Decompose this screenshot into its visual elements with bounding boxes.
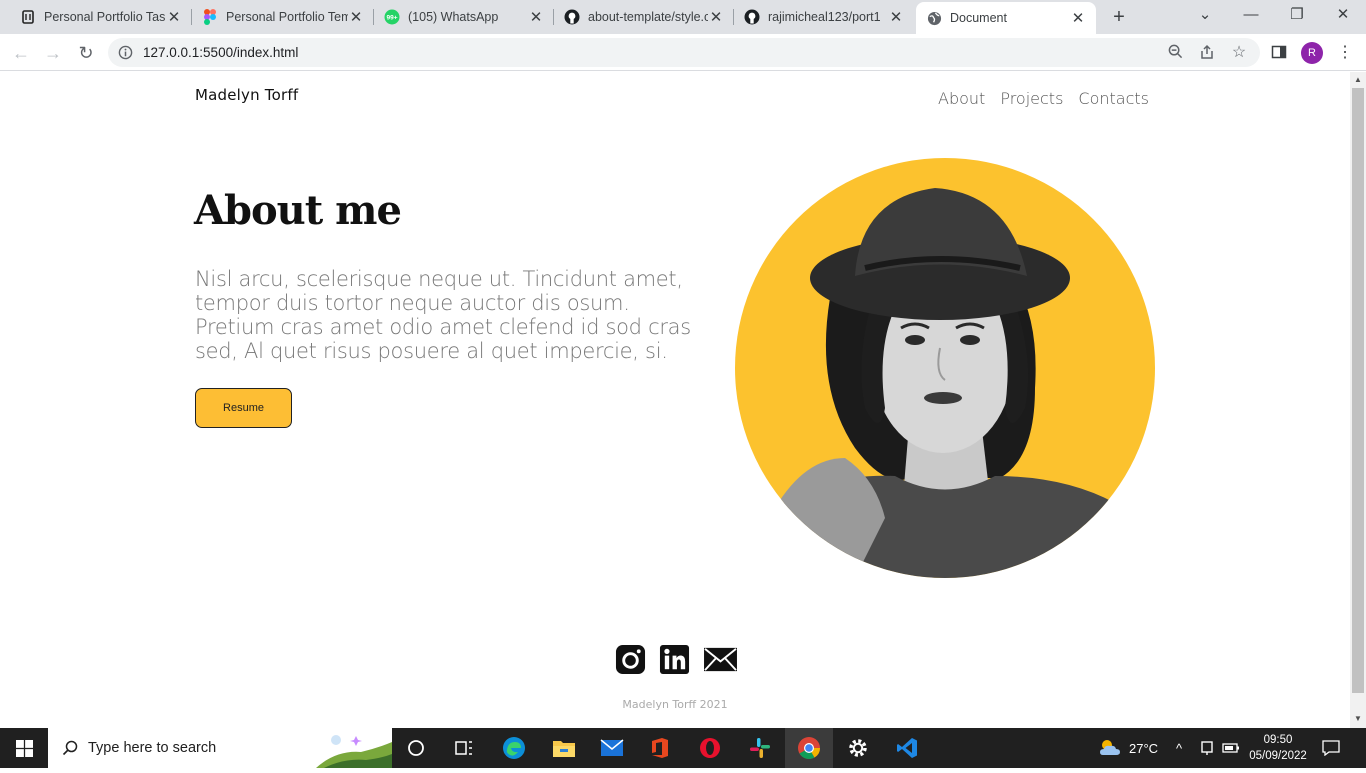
close-icon[interactable]: ✕	[166, 8, 182, 26]
close-icon[interactable]: ✕	[888, 8, 904, 26]
profile-avatar[interactable]: R	[1301, 42, 1323, 64]
settings-gear-icon[interactable]	[834, 728, 882, 768]
tab-strip: Personal Portfolio Task ✕ Personal Portf…	[0, 0, 1366, 34]
instagram-icon[interactable]	[615, 644, 646, 675]
back-button[interactable]: ←	[8, 40, 34, 66]
slack-icon[interactable]	[736, 728, 784, 768]
figma-icon	[202, 9, 218, 25]
github-icon	[744, 9, 760, 25]
network-icon[interactable]	[1200, 728, 1214, 768]
site-info-icon[interactable]	[118, 45, 133, 60]
svg-text:99+: 99+	[386, 15, 397, 22]
tab-label: rajimicheal123/port1	[768, 10, 881, 24]
windows-logo-icon	[15, 739, 33, 757]
task-view-icon[interactable]	[440, 728, 488, 768]
page-content: Madelyn Torff About Projects Contacts Ab…	[0, 72, 1350, 728]
office-icon[interactable]	[636, 728, 684, 768]
tab-about-template[interactable]: about-template/style.c ✕	[554, 0, 734, 34]
tab-label: (105) WhatsApp	[408, 10, 499, 24]
close-icon[interactable]: ✕	[528, 8, 544, 26]
weather-widget[interactable]: 27°C	[1098, 728, 1158, 768]
resume-button[interactable]: Resume	[195, 388, 292, 428]
mail-icon[interactable]	[703, 644, 738, 675]
menu-icon[interactable]: ⋮	[1336, 44, 1354, 62]
tab-label: Personal Portfolio Tem	[226, 10, 348, 24]
minimize-button[interactable]: —	[1228, 0, 1274, 32]
tab-whatsapp[interactable]: 99+ (105) WhatsApp ✕	[374, 0, 554, 34]
tab-personal-portfolio-template[interactable]: Personal Portfolio Tem ✕	[192, 0, 374, 34]
nav-link-about[interactable]: About	[938, 89, 985, 108]
browser-toolbar: ← → ↻ 127.0.0.1:5500/index.html ☆ R ⋮	[0, 34, 1366, 71]
vscode-icon[interactable]	[883, 728, 931, 768]
search-placeholder: Type here to search	[88, 740, 217, 756]
zoom-icon[interactable]	[1166, 44, 1184, 62]
close-icon[interactable]: ✕	[708, 8, 724, 26]
notifications-icon[interactable]	[1322, 728, 1340, 768]
linkedin-icon[interactable]	[659, 644, 690, 675]
profile-portrait	[735, 158, 1155, 578]
close-window-button[interactable]: ✕	[1320, 0, 1366, 32]
address-bar[interactable]: 127.0.0.1:5500/index.html ☆	[108, 38, 1260, 67]
globe-icon	[926, 10, 942, 26]
bookmark-star-icon[interactable]: ☆	[1230, 44, 1248, 62]
github-icon	[564, 9, 580, 25]
weather-cloud-icon	[1100, 740, 1120, 755]
tab-label: Document	[950, 11, 1007, 25]
windows-taskbar: Type here to search 27°C ^ 09:50 05/09/2…	[0, 728, 1366, 768]
tab-document[interactable]: Document ✕	[916, 2, 1096, 34]
tray-chevron-icon[interactable]: ^	[1176, 728, 1182, 768]
clock-time: 09:50	[1263, 734, 1293, 746]
social-links	[615, 644, 738, 675]
clock-date: 05/09/2022	[1249, 750, 1307, 762]
close-icon[interactable]: ✕	[1070, 9, 1086, 27]
taskbar-clock[interactable]: 09:50 05/09/2022	[1240, 732, 1316, 764]
start-button[interactable]	[0, 728, 48, 768]
side-panel-icon[interactable]	[1270, 44, 1288, 62]
scroll-down-icon[interactable]: ▼	[1350, 711, 1366, 727]
tab-label: about-template/style.c	[588, 10, 708, 24]
whatsapp-icon: 99+	[384, 9, 400, 25]
edge-icon[interactable]	[490, 728, 538, 768]
url-text: 127.0.0.1:5500/index.html	[143, 45, 299, 60]
reload-button[interactable]: ↻	[73, 40, 99, 66]
scrollbar-thumb[interactable]	[1352, 88, 1364, 693]
site-brand[interactable]: Madelyn Torff	[195, 86, 298, 104]
weather-temp: 27°C	[1129, 740, 1159, 756]
taskbar-search[interactable]: Type here to search	[48, 728, 392, 768]
chrome-icon[interactable]	[785, 728, 833, 768]
nav-link-projects[interactable]: Projects	[1000, 89, 1063, 108]
scroll-up-icon[interactable]: ▲	[1350, 72, 1366, 88]
new-tab-button[interactable]: +	[1108, 6, 1130, 28]
hero-title: About me	[194, 187, 402, 234]
hero-description: Nisl arcu, scelerisque neque ut. Tincidu…	[195, 267, 691, 363]
mail-app-icon[interactable]	[588, 728, 636, 768]
cortana-icon[interactable]	[392, 728, 440, 768]
search-icon	[62, 740, 78, 756]
tab-port1[interactable]: rajimicheal123/port1 ✕	[734, 0, 914, 34]
restore-button[interactable]: ❐	[1274, 0, 1320, 32]
share-icon[interactable]	[1198, 44, 1216, 62]
notion-icon	[20, 9, 36, 25]
close-icon[interactable]: ✕	[348, 8, 364, 26]
tab-personal-portfolio-task[interactable]: Personal Portfolio Task ✕	[10, 0, 192, 34]
tab-label: Personal Portfolio Task	[44, 10, 166, 24]
search-highlight-icon	[316, 730, 392, 773]
nav-link-contacts[interactable]: Contacts	[1078, 89, 1149, 108]
battery-icon[interactable]	[1222, 728, 1240, 768]
opera-icon[interactable]	[686, 728, 734, 768]
file-explorer-icon[interactable]	[540, 728, 588, 768]
footer-copyright: Madelyn Torff 2021	[622, 698, 728, 711]
tab-search-icon[interactable]: ⌄	[1182, 0, 1228, 32]
site-nav: About Projects Contacts	[938, 89, 1149, 108]
forward-button[interactable]: →	[40, 40, 66, 66]
